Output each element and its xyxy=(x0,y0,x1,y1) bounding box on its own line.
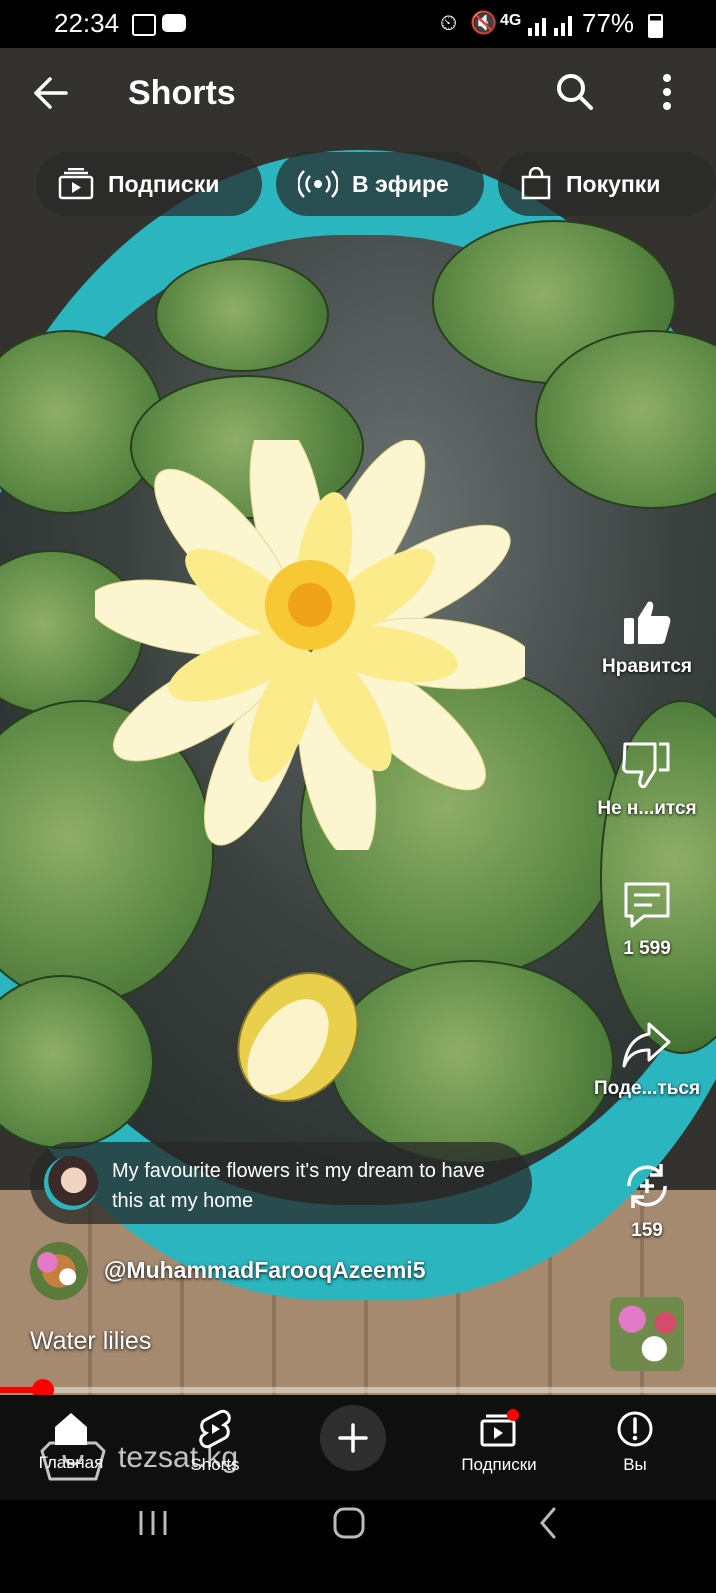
plus-icon xyxy=(338,1423,368,1453)
alert-circle-icon xyxy=(617,1411,653,1447)
shorts-header: Shorts xyxy=(0,60,716,130)
back-arrow-icon[interactable] xyxy=(32,74,70,112)
nav-you[interactable]: Вы xyxy=(580,1409,690,1475)
chip-label: Подписки xyxy=(108,170,220,197)
create-button[interactable] xyxy=(320,1405,386,1471)
remix-button[interactable]: 159 xyxy=(592,1160,702,1242)
back-icon[interactable] xyxy=(534,1506,564,1540)
system-nav-bar xyxy=(0,1500,716,1593)
watermark-cart-icon xyxy=(40,1441,106,1481)
shopping-bag-icon xyxy=(521,167,551,200)
share-label: Поде...ться xyxy=(593,1078,701,1099)
battery-label: 77% xyxy=(582,8,635,38)
remix-count: 159 xyxy=(631,1220,663,1241)
nav-subscriptions-label: Подписки xyxy=(461,1455,537,1474)
status-time: 22:34 xyxy=(54,8,120,38)
signal-icon xyxy=(528,16,572,36)
video-title[interactable]: Water lilies xyxy=(30,1327,151,1356)
like-button[interactable]: Нравится xyxy=(592,598,702,678)
thumbs-down-icon xyxy=(622,742,670,788)
lily-pad xyxy=(155,258,329,372)
subscriptions-icon xyxy=(58,168,94,200)
watermark-text: tezsat.kg xyxy=(118,1441,239,1474)
youtube-icon xyxy=(162,14,186,32)
network-label: 4G xyxy=(500,12,522,29)
lily-bud xyxy=(237,971,359,1103)
battery-icon xyxy=(648,14,663,38)
status-bar: 22:34 ⏲ 🔇 4G 77% xyxy=(0,0,716,48)
nav-subscriptions[interactable]: Подписки xyxy=(444,1409,554,1475)
water-lily-flower xyxy=(95,440,525,850)
share-button[interactable]: Поде...ться xyxy=(592,1020,702,1100)
live-icon xyxy=(298,170,338,198)
sound-thumbnail[interactable] xyxy=(610,1297,684,1371)
caption-pill[interactable]: My favourite flowers it's my dream to ha… xyxy=(30,1142,532,1224)
nav-you-label: Вы xyxy=(623,1455,647,1474)
gallery-icon xyxy=(132,14,156,36)
home-circle-icon[interactable] xyxy=(332,1506,366,1540)
caption-avatar xyxy=(44,1156,98,1210)
chip-label: В эфире xyxy=(352,170,449,197)
alarm-icon: ⏲ xyxy=(440,10,458,35)
recent-apps-icon[interactable] xyxy=(133,1508,173,1538)
comments-button[interactable]: 1 599 xyxy=(592,880,702,960)
more-options-icon[interactable] xyxy=(660,72,674,112)
remix-icon xyxy=(627,1164,667,1208)
search-icon[interactable] xyxy=(555,72,595,112)
dislike-button[interactable]: Не н...ится xyxy=(592,740,702,820)
share-icon xyxy=(622,1022,671,1068)
lily-pad xyxy=(330,960,614,1164)
chip-subscriptions[interactable]: Подписки xyxy=(36,152,262,216)
caption-text: My favourite flowers it's my dream to ha… xyxy=(112,1160,485,1212)
chip-live[interactable]: В эфире xyxy=(276,152,484,216)
chip-label: Покупки xyxy=(566,170,661,197)
comments-count: 1 599 xyxy=(623,938,671,959)
mute-icon: 🔇 xyxy=(470,10,498,35)
progress-track[interactable] xyxy=(0,1379,716,1401)
channel-handle[interactable]: @MuhammadFarooqAzeemi5 xyxy=(104,1257,425,1284)
dislike-label: Не н...ится xyxy=(597,798,697,819)
subscriptions-icon xyxy=(480,1409,519,1447)
thumbs-up-icon xyxy=(624,601,671,644)
comment-icon xyxy=(624,882,670,928)
bottom-nav: Главная Shorts Подписки Вы tezsat.kg xyxy=(0,1395,716,1500)
page-title: Shorts xyxy=(128,74,236,112)
like-label: Нравится xyxy=(602,656,692,677)
channel-avatar[interactable] xyxy=(30,1242,88,1300)
chip-shopping[interactable]: Покупки xyxy=(498,152,716,216)
